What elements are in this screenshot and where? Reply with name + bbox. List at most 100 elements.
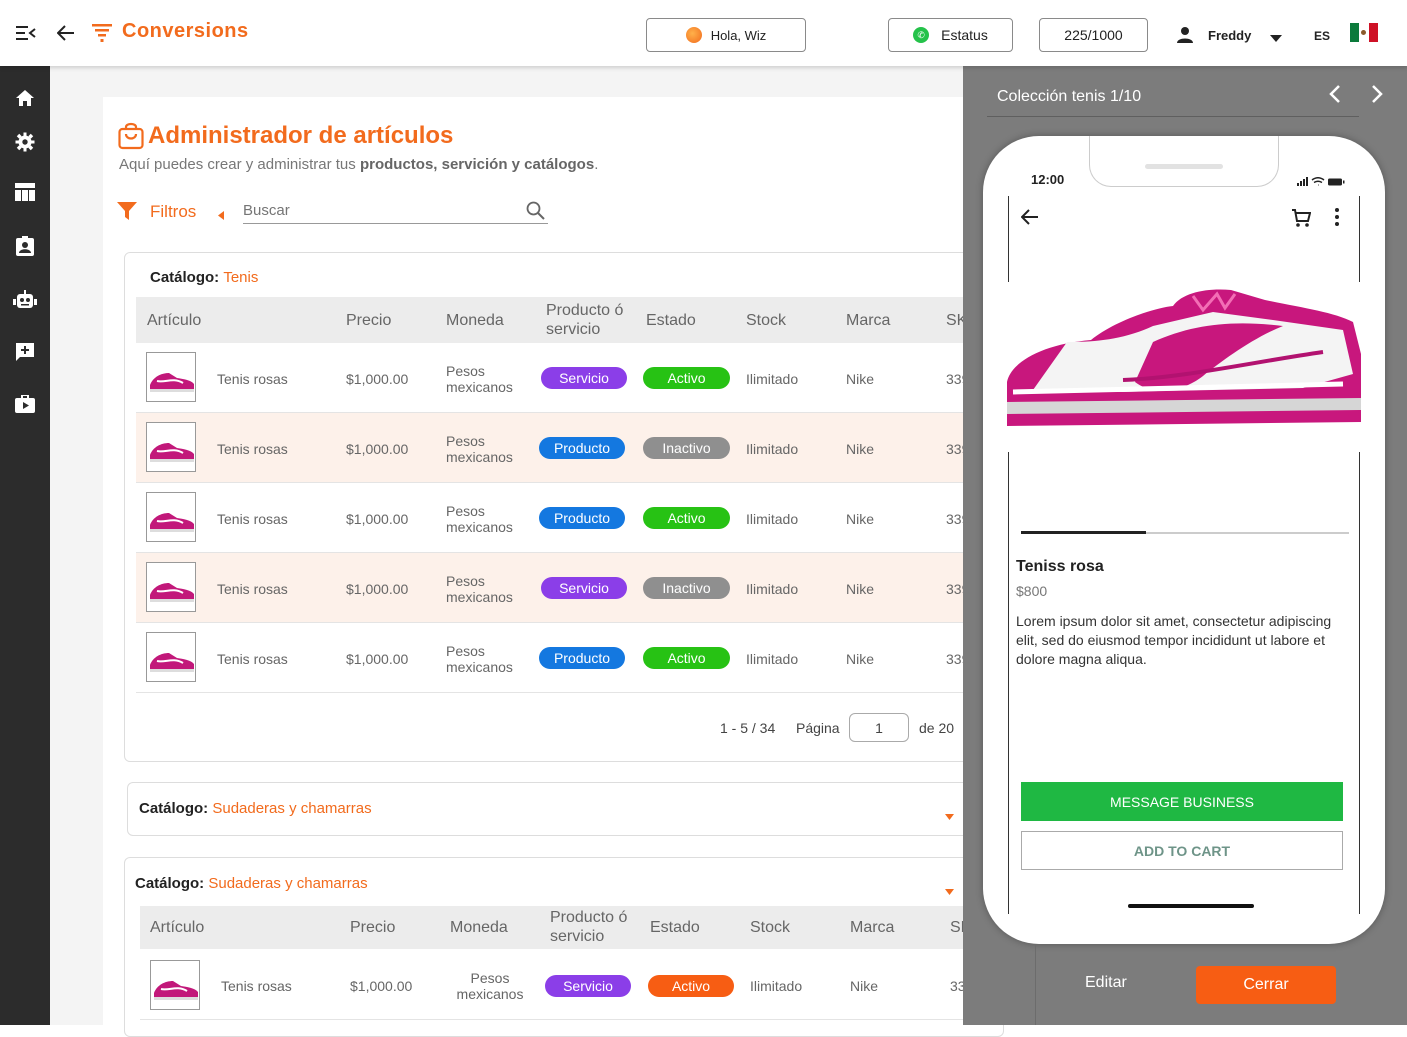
counter-label: 225/1000 xyxy=(1064,27,1123,43)
cell-currency: Pesos mexicanos xyxy=(446,573,513,605)
back-arrow-icon[interactable] xyxy=(53,20,79,46)
page-number-input[interactable] xyxy=(849,713,909,742)
product-thumbnail xyxy=(150,960,200,1010)
col-header-currency: Moneda xyxy=(446,312,504,329)
message-business-button[interactable]: MESSAGE BUSINESS xyxy=(1021,782,1343,821)
product-thumbnail xyxy=(146,632,196,682)
drawer-title: Colección tenis 1/10 xyxy=(997,88,1142,105)
cell-article: Tenis rosas xyxy=(217,441,288,457)
type-badge: Producto xyxy=(539,507,625,529)
cell-price: $1,000.00 xyxy=(346,511,409,527)
clipboard-user-icon[interactable] xyxy=(13,234,37,258)
home-icon[interactable] xyxy=(13,86,37,110)
edit-button[interactable]: Editar xyxy=(1085,974,1127,992)
kebab-menu-icon[interactable] xyxy=(1334,208,1340,231)
next-chevron-icon[interactable] xyxy=(1371,84,1383,110)
filter-funnel-icon[interactable] xyxy=(117,201,137,226)
cell-currency: Pesos mexicanos xyxy=(446,503,513,535)
search-input[interactable] xyxy=(243,198,548,224)
prev-chevron-icon[interactable] xyxy=(1329,84,1341,110)
add-to-cart-button[interactable]: ADD TO CART xyxy=(1021,831,1343,870)
greeting-button[interactable]: Hola, Wiz xyxy=(646,18,806,52)
cell-stock: Ilimitado xyxy=(746,581,799,597)
cell-stock: Ilimitado xyxy=(746,441,799,457)
settings-gear-icon[interactable] xyxy=(13,130,37,154)
state-badge: Activo xyxy=(648,975,734,997)
cell-brand: Nike xyxy=(850,978,879,994)
catalog-name: Sudaderas y chamarras xyxy=(212,800,372,817)
cell-brand: Nike xyxy=(846,581,875,597)
carousel-progress xyxy=(1021,531,1146,534)
cell-sku: 33929 xyxy=(946,371,963,387)
status-button[interactable]: ✆ Estatus xyxy=(888,18,1013,52)
cell-article: Tenis rosas xyxy=(217,511,288,527)
phone-home-indicator xyxy=(1128,904,1254,908)
expand-caret-icon[interactable] xyxy=(945,807,954,825)
pagination-of-label: de 20 xyxy=(919,720,955,736)
col-header-type: Producto ó servicio xyxy=(550,909,628,945)
col-header-state: Estado xyxy=(650,919,700,936)
col-header-article: Artículo xyxy=(147,312,202,329)
cell-article: Tenis rosas xyxy=(217,651,288,667)
phone-screen: Teniss rosa $800 Lorem ipsum dolor sit a… xyxy=(1003,196,1363,914)
funnel-logo-icon xyxy=(89,20,115,46)
type-badge: Servicio xyxy=(541,367,627,389)
user-name[interactable]: Freddy xyxy=(1208,28,1251,43)
briefcase-play-icon[interactable] xyxy=(13,392,37,416)
add-comment-icon[interactable] xyxy=(13,340,37,364)
table-layout-icon[interactable] xyxy=(13,180,37,204)
cell-brand: Nike xyxy=(846,511,875,527)
cell-sku: 33929 xyxy=(946,581,963,597)
cell-price: $1,000.00 xyxy=(346,651,409,667)
state-badge: Activo xyxy=(643,647,730,669)
robot-icon[interactable] xyxy=(13,288,37,312)
col-header-state: Estado xyxy=(646,312,696,329)
cell-stock: Ilimitado xyxy=(746,511,799,527)
col-header-brand: Marca xyxy=(846,312,891,329)
carousel-track xyxy=(1021,531,1349,534)
search-icon[interactable] xyxy=(526,201,545,225)
sidebar xyxy=(0,66,50,1025)
subtitle-text: Aquí puedes crear y administrar tus xyxy=(119,156,360,173)
type-badge: Producto xyxy=(539,647,625,669)
col-header-price: Precio xyxy=(350,919,396,936)
cell-currency: Pesos mexicanos xyxy=(446,643,513,675)
cell-currency: Pesos mexicanos xyxy=(446,433,513,465)
mexico-flag-icon[interactable] xyxy=(1350,23,1378,42)
message-counter: 225/1000 xyxy=(1039,18,1148,52)
user-icon xyxy=(1176,26,1194,49)
cell-article: Tenis rosas xyxy=(217,581,288,597)
collapse-caret-icon[interactable] xyxy=(945,882,954,900)
shopping-bag-icon xyxy=(118,122,144,155)
user-dropdown-icon[interactable] xyxy=(1270,30,1282,48)
state-badge: Inactivo xyxy=(643,437,730,459)
cell-currency: Pesos mexicanos xyxy=(446,363,513,395)
catalog-prefix: Catálogo: xyxy=(135,875,205,892)
catalog-prefix: Catálogo: xyxy=(139,800,209,817)
col-header-currency: Moneda xyxy=(450,919,508,936)
type-badge: Servicio xyxy=(545,975,631,997)
cell-article: Tenis rosas xyxy=(217,371,288,387)
phone-back-arrow-icon[interactable] xyxy=(1020,209,1039,230)
page-subtitle: Aquí puedes crear y administrar tus prod… xyxy=(119,156,598,173)
cell-brand: Nike xyxy=(846,441,875,457)
menu-collapse-icon[interactable] xyxy=(13,20,39,46)
product-description: Lorem ipsum dolor sit amet, consectetur … xyxy=(1016,613,1332,667)
product-thumbnail xyxy=(146,422,196,472)
state-badge: Activo xyxy=(643,367,730,389)
filters-caret-icon[interactable] xyxy=(218,207,224,225)
catalog-prefix: Catálogo: xyxy=(150,269,220,286)
subtitle-end: . xyxy=(594,156,599,173)
pagination-page-label: Página xyxy=(796,720,840,736)
language-code[interactable]: ES xyxy=(1314,29,1330,43)
close-button[interactable]: Cerrar xyxy=(1196,966,1336,1004)
cell-article: Tenis rosas xyxy=(221,978,292,994)
catalog-title: Catálogo: Sudaderas y chamarras xyxy=(135,875,368,892)
phone-speaker xyxy=(1145,164,1223,169)
state-badge: Inactivo xyxy=(643,577,730,599)
subtitle-bold-text: productos, servición y catálogos xyxy=(359,156,595,173)
filters-toggle[interactable]: Filtros xyxy=(150,202,196,222)
drawer-divider xyxy=(987,116,1359,117)
cart-icon[interactable] xyxy=(1291,208,1312,233)
phone-signal-icon xyxy=(1297,174,1347,192)
